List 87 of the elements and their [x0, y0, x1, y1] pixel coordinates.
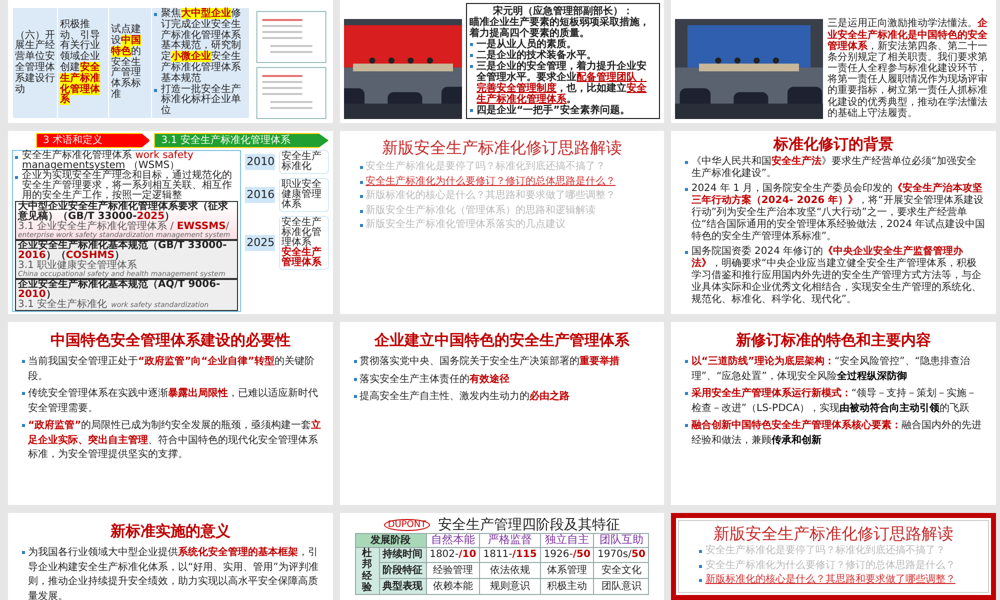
slide-thumbnail[interactable]: 宋元明（应急管理部副部长）： 瞄准企业生产要素的短板弱项采取措施，着力提高四个要素的质量。 一是从业人员的素质。 二是企业的技术装备水平。 三是企业的安全管理，着力提升企业安全管理水平。要求企业配备管理团队，完善安全管理制度，也，比如建立安全生产标准化管理体系。 四是企业“一把手”安全素养问题。: [340, 0, 664, 123]
table-cell: 依法依规: [480, 562, 540, 579]
standard-title: 企业安全生产标准化基本规范（AQ/T 9006-2010）: [18, 280, 222, 300]
definition-text: 3.1 职业健康安全管理体系: [18, 261, 138, 271]
slide-title: 新版安全生产标准化修订思路解读: [712, 525, 955, 544]
section-heading: 3.1 安全生产标准化管理体系: [154, 133, 329, 148]
bullet-text: 企业为实现安全生产理念和目标，通过规范化的安全生产管理要求，将一系列相互关联、相互作用的安全生产工作，按照一定逻辑整: [22, 171, 233, 201]
table-header: 独立自主: [540, 534, 594, 548]
table-header: 团队互助: [594, 534, 649, 548]
bullet-text: 安全生产标准化管理体系 work safety managementsystem （WSMS）: [22, 151, 194, 171]
bullet-text: 三是企业的安全管理，着力提升企业安全管理水平。要求企业配备管理团队，完善安全管理制度，也，比如建立安全生产标准化管理体系。: [476, 61, 648, 105]
slide-thumbnail[interactable]: 三是运用正向激励推动学法懂法。企业安全生产标准化是中国特色的安全管理体系，新安法第四条、第二十一条分别规定了相关职责。我们要求第一责任人全程参与标准化建设环节，将第一责任人履职情况作为现场评审的重要指标，树立第一责任人抓标准化建设的优秀典型，推动在学法懂法的基础上守法履责。: [671, 0, 996, 123]
bullet-text: “政府监管”的局限性已成为制约安全发展的瓶颈，亟须构建一套立足企业实际、突出自主管理、符合中国特色的现代化安全管理体系标准，为安全管理提供坚实的支撑。: [28, 419, 322, 462]
timeline-label: 安全生产管理体系: [282, 248, 323, 268]
bullet-text: 贯彻落实党中央、国务院关于安全生产决策部署的重要举措: [360, 355, 620, 370]
slide-thumbnail[interactable]: （六）开展生产经营单位安全管理体系建设行动 积极推动、引导有关行业领域企业创建安全生产标准化管理体系 试点建设中国特色的安全生产管理体系标准 聚焦大中型企业修订完成企业安全生产标准化管理体系基本规范，研究制定小微企业安全生产标准化管理体系基本规范 打造一批安全生产标准化标杆企业单位: [8, 0, 333, 123]
table-cell: 1926-/50: [540, 547, 594, 563]
agenda-item: 新版安全生产标准化管理体系落实的几点建议: [366, 219, 566, 231]
bullet-text: 一是从业人员的素质。: [476, 39, 577, 50]
bullet-text: 采用安全生产管理体系运行新模式：“领导－支持－策划－实施－检查－改进”（LS-PDCA），实现由被动符合向主动引领的飞跃: [691, 387, 978, 416]
agenda-item: 新版标准化的核心是什么？其思路和要求做了哪些调整？: [366, 190, 616, 202]
table-cell: 安全文化: [594, 562, 649, 579]
quote-text: 瞄准企业生产要素的短板弱项采取措施，着力提高四个要素的质量。: [470, 17, 651, 39]
speaker-name: 宋元明（应急管理部副部长）：: [492, 6, 633, 17]
slide-title: 安全生产管理四阶段及其特征: [438, 517, 620, 534]
agenda-item: 新版标准化的核心是什么？其思路和要求做了哪些调整？: [705, 574, 956, 586]
table-cell: 积极主动: [540, 578, 594, 594]
table-cell: 杜邦经验: [355, 547, 380, 594]
table-cell: 1802-/10: [426, 547, 480, 563]
agenda-item: 新版安全生产标准化（管理体系）的思路和逻辑解读: [366, 204, 596, 216]
slide-thumbnail[interactable]: 新修订标准的特色和主要内容 以“三道防线”理论为底层架构：“安全风险管控”、“隐患排查治理”、“应急处置”，体现安全风险全过程纵深防御 采用安全生产管理体系运行新模式：“领导－支持－策划－实施－检查－改进”（LS-PDCA），实现由被动符合向主动引领的飞跃 融合创新中国特色安全生产管理体系核心要素：融合国内外的先进经验和做法，兼顾传承和创新: [671, 322, 996, 505]
bullet-text: 融合创新中国特色安全生产管理体系核心要素：融合国内外的先进经验和做法，兼顾传承和创新: [691, 419, 982, 448]
bullet-text: 当前我国安全管理正处于“政府监管”向“企业自律”转型的关键阶段。: [28, 355, 316, 384]
slide-title: 中国特色安全管理体系建设的必要性: [49, 332, 292, 350]
timeline-year: 2010: [244, 154, 275, 170]
bullet-text: 提高安全生产自主性、激发内生动力的必由之路: [360, 390, 570, 404]
table-header: 严格监督: [480, 534, 540, 548]
slide-thumbnail[interactable]: 新版安全生产标准化修订思路解读 安全生产标准化是要停了吗？标准化到底还搞不搞了？ 安全生产标准化为什么要修订？修订的总体思路是什么？ 新版标准化的核心是什么？其思路和要求做了哪些调整？: [671, 513, 996, 600]
bullet-text: 聚焦大中型企业修订完成企业安全生产标准化管理体系基本规范，研究制定小微企业安全生产标准化管理体系基本规范: [161, 9, 242, 84]
slide-thumbnail[interactable]: DUPONT 安全生产管理四阶段及其特征 发展阶段 自然本能 严格监督 独立自主 团队互助 杜邦经验 持续时间 1802-/10 1811-/115 1926-/50 1970s/50 阶段特征 经验管理 依法依规 体系管理 安全文化 典型表现 依赖本能 规则意识 积极主动 团队意识: [340, 513, 664, 600]
section-heading: 3 术语和定义: [36, 133, 150, 148]
table-cell: 积极推动、引导有关行业领域企业创建安全生产标准化管理体系: [58, 8, 108, 118]
timeline-year: 2016: [244, 186, 275, 204]
body-text: 三是运用正向激励推动学法懂法。企业安全生产标准化是中国特色的安全管理体系，新安法第四条、第二十一条分别规定了相关职责。我们要求第一责任人全程参与标准化建设环节，将第一责任人履职情况作为现场评审的重要指标，树立第一责任人抓标准化建设的优秀典型，推动在学法懂法的基础上守法履责。: [827, 18, 988, 119]
timeline-year: 2025: [244, 234, 275, 252]
table-cell: 规则意识: [480, 578, 540, 594]
table-cell: 经验管理: [426, 562, 480, 579]
bullet-text: 二是企业的技术装备水平。: [476, 50, 597, 61]
agenda-item: 安全生产标准化为什么要修订？修订的总体思路是什么？: [705, 560, 956, 572]
slide-thumbnail[interactable]: 中国特色安全管理体系建设的必要性 当前我国安全管理正处于“政府监管”向“企业自律”转型的关键阶段。 传统安全管理体系在实践中逐渐暴露出局限性，已难以适应新时代安全管理需要。 “政府监管”的局限性已成为制约安全发展的瓶颈，亟须构建一套立足企业实际、突出自主管理、符合中国特色的现代化安全管理体系标准，为安全管理提供坚实的支撑。: [8, 322, 333, 505]
logo: DUPONT: [384, 518, 430, 532]
slide-title: 新版安全生产标准化修订思路解读: [380, 139, 623, 158]
bullet-text: 落实安全生产主体责任的有效途径: [360, 372, 510, 387]
table-cell: 典型表现: [379, 578, 426, 594]
bullet-text: 国务院国资委 2024 年修订的《中央企业安全生产监督管理办法》，明确要求“中央企业应当建立健全安全生产管理体系，积极学习借鉴和推行应用国内外先进的安全生产管理方式方法等，与企业具体实际和企业优秀文化相结合，实现安全生产管理的系统化、规范化、标准化、科学化、现代化”。: [691, 246, 982, 306]
bullet-text: 2024 年 1 月，国务院安全生产委员会印发的《安全生产治本攻坚三年行动方案（2024- 2026 年）》，将“开展安全管理体系建设行动”列为安全生产治本攻坚“八大行动”之一，要求生产经营单位“结合国际通用的安全管理体系经验做法，2024 年试点建设中国特色的安全生产管理体系标准”。: [691, 183, 986, 244]
bullet-text: 为我国各行业领域大中型企业提供系统化安全管理的基本框架，引导企业构建安全生产标准化体系，以“好用、实用、管用”为评判准则，推动企业持续提升安全绩效，助力实现以高水平安全保障高质量发展。: [28, 546, 320, 600]
agenda-item: 安全生产标准化是要停了吗？标准化到底还搞不搞了？: [366, 161, 606, 173]
slide-thumbnail[interactable]: 新标准实施的意义 为我国各行业领域大中型企业提供系统化安全管理的基本框架，引导企业构建安全生产标准化体系，以“好用、实用、管用”为评判准则，推动企业持续提升安全绩效，助力实现以高水平安全保障高质量发展。: [8, 513, 333, 600]
table-cell: 依赖本能: [426, 578, 480, 594]
table-header: 发展阶段: [355, 534, 426, 548]
table-cell: 1970s/50: [594, 547, 649, 563]
table-cell: 持续时间: [379, 547, 426, 563]
table-cell: 阶段特征: [379, 562, 426, 579]
definition-text: 3.1 安全生产标准化: [18, 300, 108, 310]
slide-title: 新修订标准的特色和主要内容: [734, 332, 932, 350]
table-cell: 1811-/115: [480, 547, 540, 563]
standard-title: 企业安全生产标准化基本规范（GB/T 33000-2016）（COSHMS）: [18, 241, 228, 261]
slide-title: 标准化修订的背景: [772, 136, 895, 154]
slide-title: 新标准实施的意义: [109, 523, 232, 540]
table-header: 自然本能: [426, 534, 480, 548]
bullet-text: 打造一批安全生产标准化标杆企业单位: [161, 84, 242, 117]
slide-title: 企业建立中国特色的安全生产管理体系: [373, 332, 630, 350]
table-cell: 体系管理: [540, 562, 594, 579]
slide-thumbnail[interactable]: 企业建立中国特色的安全生产管理体系 贯彻落实党中央、国务院关于安全生产决策部署的重要举措 落实安全生产主体责任的有效途径 提高安全生产自主性、激发内生动力的必由之路: [340, 322, 664, 505]
table-cell: （六）开展生产经营单位安全管理体系建设行动: [13, 8, 57, 118]
timeline-label: 职业安全健康管理体系: [282, 180, 323, 210]
standard-title: 大中型企业安全生产标准化管理体系要求（征求意见稿）（GB/T 33000-2025）: [18, 202, 228, 222]
bullet-text: 以“三道防线”理论为底层架构：“安全风险管控”、“隐患排查治理”、“应急处置”，体现安全风险全过程纵深防御: [691, 355, 972, 384]
table-cell: 试点建设中国特色的安全生产管理体系标准: [109, 8, 151, 118]
agenda-item: 安全生产标准化是要停了吗？标准化到底还搞不搞了？: [705, 545, 946, 557]
table-cell: 团队意识: [594, 578, 649, 594]
bullet-text: 四是企业“一把手”安全素养问题。: [476, 105, 630, 116]
bullet-text: 《中华人民共和国安全生产法》要求生产经营单位必须“加强安全生产标准化建设”。: [691, 156, 978, 180]
definition-text: 3.1 企业安全生产标准化管理体系 / EWSSMS/: [18, 222, 230, 232]
bullet-text: 传统安全管理体系在实践中逐渐暴露出局限性，已难以适应新时代安全管理需要。: [28, 387, 319, 416]
timeline-label: 安全生产标准化: [282, 152, 323, 172]
